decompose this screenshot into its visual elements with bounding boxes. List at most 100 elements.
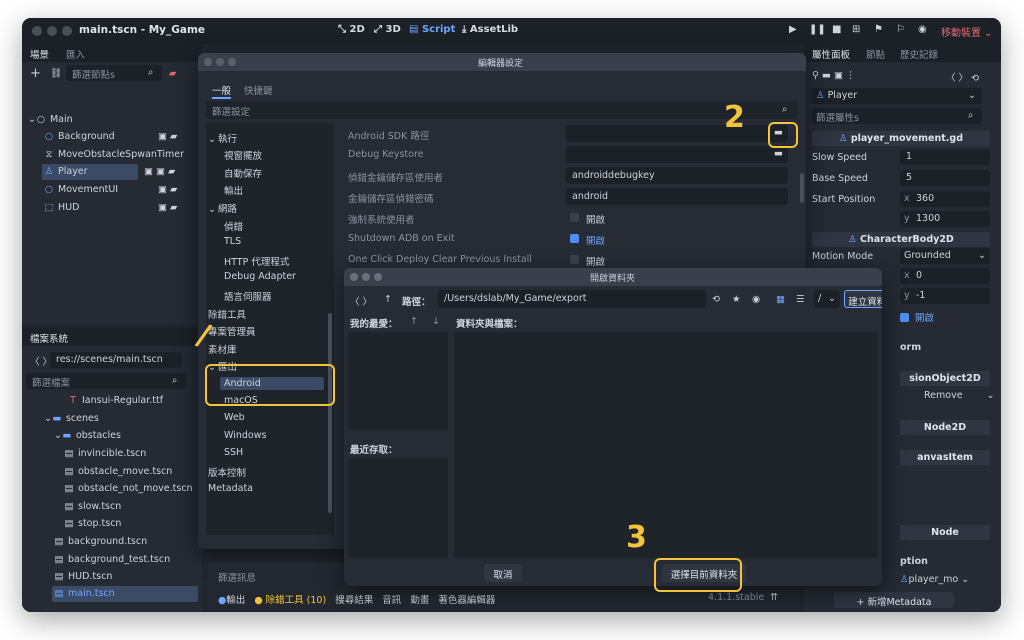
mode-2d-button[interactable]: ⤡ 2D — [338, 24, 365, 35]
tab-output[interactable]: ●輸出 — [218, 595, 245, 606]
setting-value-field[interactable]: android — [566, 188, 788, 205]
settings-section-item[interactable]: 偵錯 — [224, 219, 243, 233]
tab-audio[interactable]: 音訊 — [382, 595, 401, 606]
movie-maker-icon[interactable]: ◉ — [918, 24, 927, 35]
add-metadata-button[interactable]: + 新增Metadata — [834, 592, 954, 608]
inspector-object-select[interactable]: ♙ Player ⌄ — [812, 88, 982, 104]
settings-section-item[interactable]: ⌄ 網路 — [208, 201, 237, 215]
tab-search-results[interactable]: 搜尋結果 — [335, 595, 373, 606]
file-item[interactable]: ▤ HUD.tscn — [54, 571, 113, 582]
tab-shortcuts[interactable]: 快捷鍵 — [244, 83, 273, 97]
prop-start-y-input[interactable]: y 1300 — [900, 211, 990, 227]
settings-section-item[interactable]: Bone Mapper — [224, 123, 287, 124]
settings-section-item[interactable]: 專案管理員 — [208, 324, 256, 338]
file-item[interactable]: ▤ stop.tscn — [64, 518, 122, 529]
tree-node-background[interactable]: ○ Background — [44, 131, 115, 142]
props-scrollbar[interactable] — [800, 173, 804, 203]
folder-item[interactable]: ⌄▬ scenes — [44, 413, 99, 424]
file-item[interactable]: T Iansui-Regular.ttf — [68, 395, 163, 406]
section-transform[interactable]: orm — [900, 342, 921, 353]
recent-list[interactable] — [348, 458, 448, 558]
motion-mode-select[interactable]: Grounded ⌄ — [900, 248, 990, 264]
dialog-min-dot[interactable] — [362, 273, 370, 281]
filesystem-path-input[interactable]: res://scenes/main.tscn — [50, 352, 182, 368]
file-item[interactable]: ▤ invincible.tscn — [64, 448, 147, 459]
settings-section-item[interactable]: TLS — [224, 236, 241, 247]
scene-script-icon[interactable]: ▰ — [169, 68, 176, 79]
settings-section-item[interactable]: 輸出 — [224, 183, 243, 197]
settings-section-item[interactable]: 語言伺服器 — [224, 289, 272, 303]
file-item[interactable]: ▤ obstacle_move.tscn — [64, 466, 173, 477]
tree-node-movementui[interactable]: ○ MovementUI — [44, 184, 118, 195]
slide-on-ceiling-toggle[interactable]: 開啟 — [900, 310, 934, 324]
disable-mode-select[interactable]: Remove ⌄ — [924, 390, 995, 401]
dialog-close-dot[interactable] — [350, 273, 358, 281]
file-item[interactable]: ▤ background_test.tscn — [54, 554, 171, 565]
up-direction-y-input[interactable]: y -1 — [900, 288, 990, 304]
script-select[interactable]: ♙player_mo ⌄ — [900, 574, 969, 585]
settings-section-item[interactable]: Debug Adapter — [224, 271, 296, 282]
play-scene-icon[interactable]: ⚑ — [874, 24, 883, 35]
file-item[interactable]: ▤ slow.tscn — [64, 501, 122, 512]
visibility-icon[interactable]: ▣ ▣ ▰ — [144, 166, 175, 177]
stop-icon[interactable]: ■ — [832, 24, 841, 35]
inspector-filter-input[interactable]: 篩選屬性s ⌕ — [812, 108, 982, 124]
setting-value-field[interactable]: 開啟 — [566, 209, 788, 226]
visibility-icon[interactable]: ▣ ▰ — [158, 202, 177, 213]
prop-start-x-input[interactable]: x 360 — [900, 191, 990, 207]
folder-path-input[interactable]: /Users/dslab/My_Game/export — [438, 290, 706, 308]
sort-select[interactable]: / ⌄ — [814, 290, 840, 308]
tab-filesystem[interactable]: 檔案系統 — [30, 331, 68, 345]
up-direction-x-input[interactable]: x0 — [900, 268, 990, 284]
tab-inspector[interactable]: 屬性面板 — [812, 47, 850, 61]
settings-section-item[interactable]: Metadata — [208, 483, 253, 494]
pause-icon[interactable]: ❚❚ — [809, 24, 826, 35]
grid-view-icon[interactable]: ▦ — [776, 294, 785, 305]
link-icon[interactable]: ⛓ — [50, 68, 62, 79]
folder-item[interactable]: ⌄▬ obstacles — [54, 430, 121, 441]
tree-scrollbar[interactable] — [328, 313, 332, 513]
settings-section-item[interactable]: 自動保存 — [224, 166, 262, 180]
play-custom-icon[interactable]: ⚐ — [896, 24, 905, 35]
remote-debug-icon[interactable]: ⊞ — [852, 24, 860, 35]
list-view-icon[interactable]: ☰ — [796, 294, 805, 305]
file-item[interactable]: ▤ background.tscn — [54, 536, 148, 547]
go-up-icon[interactable]: ↑ — [384, 294, 392, 305]
pin-icon[interactable]: ⇈ — [770, 592, 778, 603]
prop-base-speed-input[interactable]: 5 — [900, 170, 990, 186]
cancel-button[interactable]: 取消 — [484, 564, 522, 582]
setting-value-field[interactable]: ▬ — [566, 125, 788, 142]
favorite-star-icon[interactable]: ★ — [732, 294, 741, 305]
dialog-close-dot[interactable] — [204, 58, 212, 66]
setting-value-field[interactable]: ▬ — [566, 146, 788, 163]
tree-node-hud[interactable]: ⬚ HUD — [44, 202, 80, 213]
setting-value-field[interactable]: androiddebugkey — [566, 167, 788, 184]
move-down-icon[interactable]: ↓ — [432, 316, 440, 327]
tab-debugger[interactable]: ● 除錯工具 (10) — [254, 595, 326, 606]
prop-slow-speed-input[interactable]: 1 — [900, 149, 990, 165]
play-icon[interactable]: ▶ — [789, 24, 797, 35]
tree-node-player[interactable]: ♙ Player — [42, 164, 138, 180]
mode-script-button[interactable]: ▤ Script — [409, 24, 455, 35]
zoom-window-button[interactable] — [62, 26, 72, 36]
tab-import[interactable]: 匯入 — [66, 47, 85, 61]
settings-section-item[interactable]: 版本控制 — [208, 465, 246, 479]
dialog-max-dot[interactable] — [374, 273, 382, 281]
tab-scene[interactable]: 場景 — [30, 47, 49, 61]
new-folder-button[interactable]: 建立資料夾 — [844, 290, 882, 308]
mode-assetlib-button[interactable]: ⤓ AssetLib — [462, 24, 518, 35]
setting-value-field[interactable]: 開啟 — [566, 251, 788, 268]
files-list[interactable] — [454, 332, 878, 558]
tab-general[interactable]: 一般 — [212, 83, 232, 99]
tab-shader-editor[interactable]: 著色器編輯器 — [438, 595, 495, 606]
settings-section-item[interactable]: 除錯工具 — [208, 307, 246, 321]
history-nav-icon[interactable]: 〈 〉 ⟲ — [946, 70, 979, 84]
settings-section-item[interactable]: 視窗擺放 — [224, 148, 262, 162]
move-up-icon[interactable]: ↑ — [410, 316, 418, 327]
tree-node-timer[interactable]: ⧖ MoveObstacleSpwanTimer — [44, 149, 184, 160]
dialog-min-dot[interactable] — [216, 58, 224, 66]
scene-filter-input[interactable]: 篩選節點s ⌕ — [66, 65, 162, 81]
mobile-device-button[interactable]: 移動裝置 ⌄ — [941, 24, 993, 39]
folder-icon[interactable]: ▬ — [774, 148, 783, 159]
visibility-icon[interactable]: ▣ ▰ — [158, 131, 177, 142]
